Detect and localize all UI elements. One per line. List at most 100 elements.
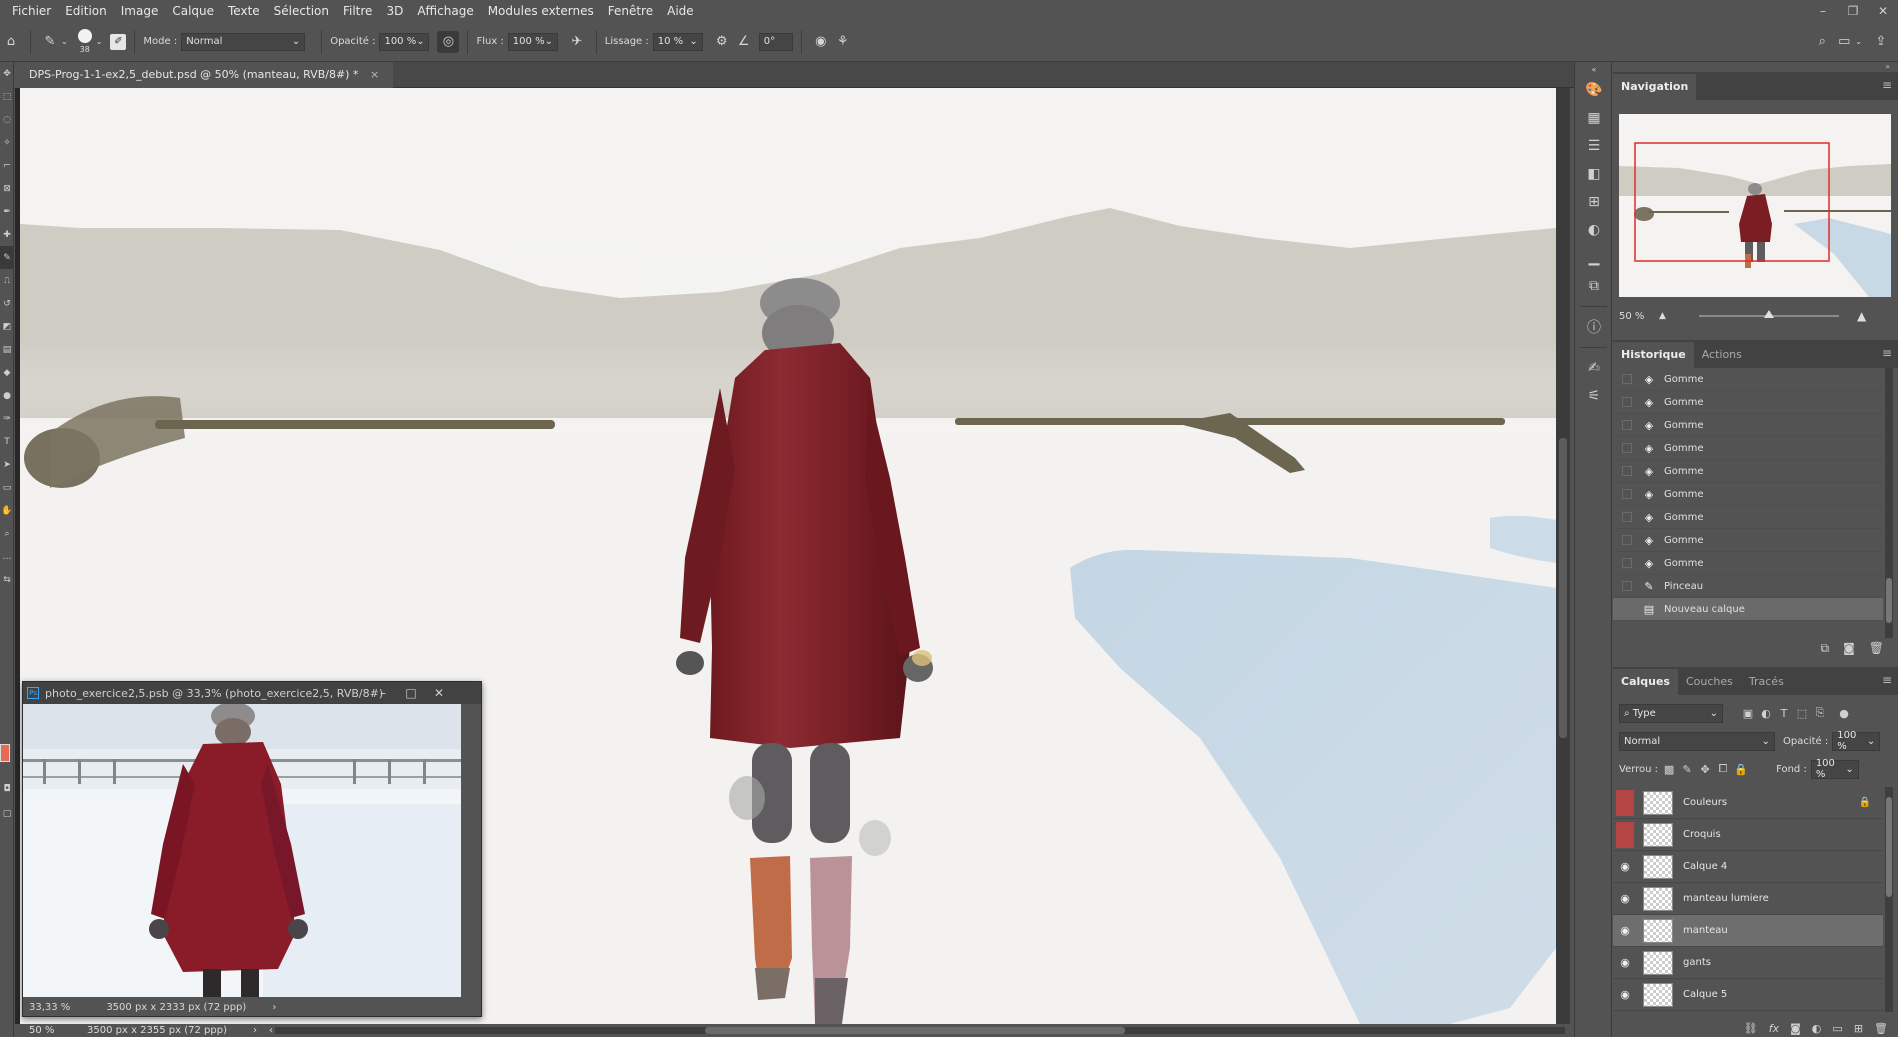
layer-row[interactable]: ◉ Calque 5 [1613,979,1883,1011]
layer-name[interactable]: Couleurs [1683,797,1727,808]
layer-thumbnail[interactable] [1643,918,1673,943]
history-item[interactable]: ◈ Gomme [1613,368,1883,391]
mode-select[interactable]: Normal ⌄ [181,32,306,51]
lock-all-icon[interactable]: 🔒 [1732,763,1750,776]
minimize-button[interactable]: – [1808,0,1838,22]
marquee-tool-icon[interactable]: ⬚ [0,85,14,108]
screen-mode-icon[interactable]: ▢ [0,802,14,825]
type-tool-icon[interactable]: T [0,430,14,453]
tab-historique[interactable]: Historique [1613,342,1694,368]
layer-thumbnail[interactable] [1643,822,1673,847]
close-icon[interactable]: × [370,68,379,81]
history-item[interactable]: ◈ Gomme [1613,483,1883,506]
stamp-tool-icon[interactable]: ⎍ [0,269,14,292]
adjustments-panel-icon[interactable]: ☰ [1575,132,1613,160]
eye-icon[interactable]: ◉ [1613,979,1637,1011]
panel-menu-icon[interactable]: ≡ [1882,78,1892,92]
menu-edition[interactable]: Edition [58,4,114,18]
menu-fichier[interactable]: Fichier [0,4,58,18]
path-select-tool-icon[interactable]: ➤ [0,453,14,476]
new-document-from-state-icon[interactable]: ⧉ [1821,641,1830,656]
scroll-thumb[interactable] [705,1027,1125,1034]
pixel-filter-icon[interactable]: ▣ [1739,707,1757,720]
lock-pixels-icon[interactable]: ✎ [1678,763,1696,776]
reference-photo-zoom[interactable]: 33,33 % [23,1002,76,1013]
reference-photo-window[interactable]: Ps photo_exercice2,5.psb @ 33,3% (photo_… [22,681,482,1017]
history-brush-source-checkbox[interactable] [1622,489,1632,499]
layer-row[interactable]: ◉ manteau lumiere [1613,883,1883,915]
pressure-opacity-icon[interactable]: ◎ [437,30,460,53]
gear-icon[interactable]: ⚙ [711,31,733,53]
menu-image[interactable]: Image [114,4,166,18]
styles-panel-icon[interactable]: ◐ [1575,216,1613,244]
flow-field[interactable]: 100 % ⌄ [507,32,558,51]
layer-thumbnail[interactable] [1643,950,1673,975]
gradient-tool-icon[interactable]: ▤ [0,338,14,361]
pen-tool-icon[interactable]: ✑ [0,407,14,430]
panel-menu-icon[interactable]: ≡ [1882,346,1892,360]
brushes-panel-icon[interactable]: ✍ [1575,354,1613,382]
type-filter-icon[interactable]: T [1775,707,1793,720]
shape-filter-icon[interactable]: ⬚ [1793,707,1811,720]
lasso-tool-icon[interactable]: ◌ [0,108,14,131]
chevron-down-icon[interactable]: ⌄ [61,37,68,46]
libraries-panel-icon[interactable]: ⧉ [1575,272,1613,300]
menu-selection[interactable]: Sélection [267,4,336,18]
eraser-tool-icon[interactable]: ◩ [0,315,14,338]
layer-row[interactable]: Couleurs 🔒 [1613,787,1883,819]
opacity-field[interactable]: 100 % ⌄ [379,32,430,51]
menu-modules-externes[interactable]: Modules externes [481,4,601,18]
shape-tool-icon[interactable]: ▭ [0,476,14,499]
search-icon[interactable]: ⌕ [1811,31,1833,53]
layer-thumbnail[interactable] [1643,886,1673,911]
link-layers-icon[interactable]: ⛓ [1744,1022,1758,1035]
scroll-thumb[interactable] [1559,438,1567,738]
tab-couches[interactable]: Couches [1678,669,1741,695]
history-item[interactable]: ◈ Gomme [1613,460,1883,483]
airbrush-icon[interactable]: ✈ [566,31,588,53]
eye-icon[interactable]: ◉ [1613,915,1637,947]
healing-tool-icon[interactable]: ✚ [0,223,14,246]
canvas-vertical-scrollbar[interactable] [1556,88,1570,1024]
layer-filter-select[interactable]: ⌕ Type ⌄ [1619,703,1723,723]
eyedropper-tool-icon[interactable]: ✒ [0,200,14,223]
history-brush-source-checkbox[interactable] [1622,558,1632,568]
history-item[interactable]: ◈ Gomme [1613,506,1883,529]
layer-row[interactable]: ◉ Calque 4 [1613,851,1883,883]
adjustment-filter-icon[interactable]: ◐ [1757,707,1775,720]
menu-aide[interactable]: Aide [660,4,701,18]
foreground-color-swatch[interactable] [0,744,10,762]
history-item[interactable]: ▤ Nouveau calque [1613,598,1883,621]
workspace-icon[interactable]: ▭ [1833,31,1855,53]
collapse-icon[interactable]: » [1613,62,1898,72]
history-item[interactable]: ◈ Gomme [1613,414,1883,437]
history-brush-source-checkbox[interactable] [1622,374,1632,384]
chevron-left-icon[interactable]: ‹ [257,1024,273,1037]
layer-name[interactable]: Calque 4 [1683,861,1727,872]
zoom-out-icon[interactable]: ▲ [1659,311,1669,321]
move-tool-icon[interactable]: ✥ [0,62,14,85]
symmetry-icon[interactable]: ⚘ [832,31,854,53]
pressure-size-icon[interactable]: ◉ [810,31,832,53]
eye-icon[interactable]: ◉ [1613,947,1637,979]
trash-icon[interactable]: 🗑 [1874,1022,1888,1035]
menu-affichage[interactable]: Affichage [410,4,480,18]
history-brush-source-checkbox[interactable] [1622,420,1632,430]
slider-knob[interactable] [1764,310,1774,318]
close-button[interactable]: ✕ [1868,0,1898,22]
gradients-panel-icon[interactable]: ◧ [1575,160,1613,188]
new-layer-icon[interactable]: ⊞ [1854,1022,1863,1035]
blend-mode-select[interactable]: Normal ⌄ [1619,731,1775,751]
layer-name[interactable]: Croquis [1683,829,1721,840]
home-icon[interactable]: ⌂ [0,31,22,53]
layer-row[interactable]: ◉ manteau [1613,915,1883,947]
histogram-panel-icon[interactable]: ▁ [1575,244,1613,272]
eye-icon[interactable]: ◉ [1613,883,1637,915]
menu-filtre[interactable]: Filtre [336,4,379,18]
brush-preset-icon[interactable]: ✎ [39,31,61,53]
layer-thumbnail[interactable] [1643,982,1673,1007]
history-item[interactable]: ◈ Gomme [1613,529,1883,552]
zoom-tool-icon[interactable]: ⌕ [0,522,14,545]
chevron-down-icon[interactable]: ⌄ [96,37,103,46]
reference-photo-titlebar[interactable]: Ps photo_exercice2,5.psb @ 33,3% (photo_… [23,682,481,704]
